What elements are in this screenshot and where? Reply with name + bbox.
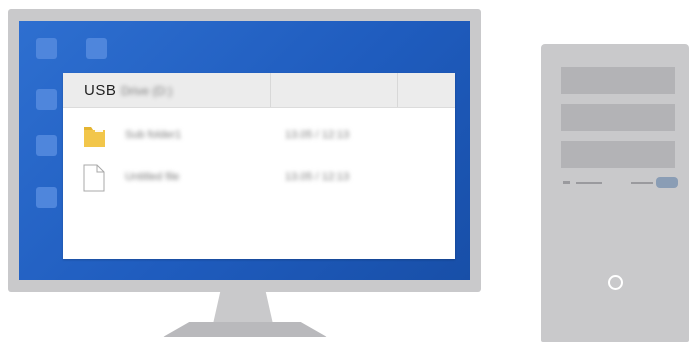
monitor-stand-base bbox=[163, 322, 327, 337]
file-name: Sub folder1 bbox=[125, 129, 182, 141]
desktop-icon[interactable] bbox=[36, 38, 57, 59]
desktop-icon[interactable] bbox=[36, 187, 57, 208]
desktop-screen: USB Drive (D:) Sub folder1 13.05 / 12:13 bbox=[19, 21, 470, 280]
monitor-stand-neck bbox=[213, 292, 273, 324]
indicator-light bbox=[563, 181, 570, 184]
indicator-line bbox=[576, 182, 602, 184]
file-icon bbox=[83, 164, 105, 192]
window-title-suffix: Drive (D:) bbox=[121, 84, 173, 98]
desktop-icon[interactable] bbox=[36, 89, 57, 110]
power-button-icon[interactable] bbox=[608, 275, 623, 290]
folder-icon bbox=[84, 126, 105, 147]
slot-line bbox=[631, 182, 653, 184]
drive-bay bbox=[561, 141, 675, 168]
column-divider[interactable] bbox=[270, 73, 271, 107]
drive-bay bbox=[561, 104, 675, 131]
usb-file-window: USB Drive (D:) Sub folder1 13.05 / 12:13 bbox=[63, 73, 455, 259]
file-date: 13.05 / 12:13 bbox=[285, 171, 350, 183]
list-item[interactable]: Untitled file 13.05 / 12:13 bbox=[63, 159, 455, 199]
desktop-icon[interactable] bbox=[36, 135, 57, 156]
file-name: Untitled file bbox=[125, 171, 180, 183]
desktop-icon[interactable] bbox=[86, 38, 107, 59]
window-title: USB bbox=[84, 82, 117, 99]
file-date: 13.05 / 12:13 bbox=[285, 129, 350, 141]
list-item[interactable]: Sub folder1 13.05 / 12:13 bbox=[63, 116, 455, 156]
usb-port bbox=[656, 177, 678, 188]
computer-tower bbox=[541, 44, 689, 342]
drive-bay bbox=[561, 67, 675, 94]
monitor: USB Drive (D:) Sub folder1 13.05 / 12:13 bbox=[8, 9, 481, 292]
window-header: USB Drive (D:) bbox=[63, 73, 455, 108]
column-divider[interactable] bbox=[397, 73, 398, 107]
